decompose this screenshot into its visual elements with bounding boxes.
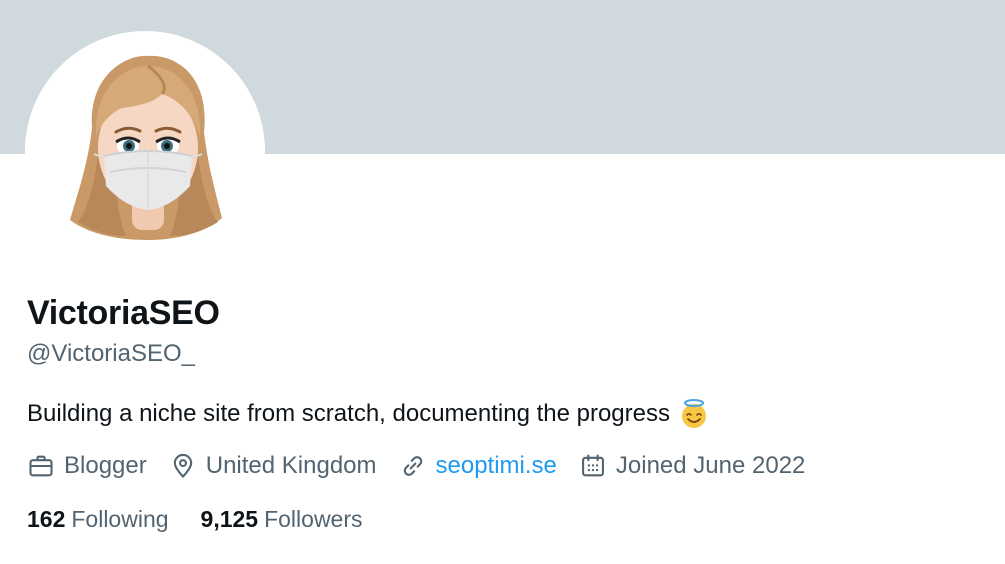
meta-category: Blogger [27,452,147,480]
display-name: VictoriaSEO [27,294,220,332]
briefcase-icon [29,455,53,477]
meta-location: United Kingdom [169,452,377,480]
meta-joined: Joined June 2022 [579,452,806,480]
profile-bio: Building a niche site from scratch, docu… [27,398,710,430]
location-pin-icon [173,453,192,478]
joined-label: Joined June 2022 [615,452,806,479]
follow-counts: 162 Following 9,125 Followers [27,506,395,533]
profile-meta: Blogger United Kingdom seoptimi.se Joine… [27,452,827,480]
profile-page: VictoriaSEO @VictoriaSEO_ Building a nic… [0,0,1005,564]
following-label: Following [71,506,169,532]
meta-website: seoptimi.se [399,452,557,480]
followers-label: Followers [264,506,363,532]
memoji-avatar-illustration [70,55,222,241]
avatar[interactable] [30,36,260,266]
smiling-face-with-halo-emoji-icon [682,399,706,428]
user-handle: @VictoriaSEO_ [27,340,195,367]
followers-link[interactable]: 9,125 Followers [201,506,363,533]
calendar-icon [581,454,604,477]
bio-text: Building a niche site from scratch, docu… [27,400,670,427]
following-link[interactable]: 162 Following [27,506,169,533]
following-count: 162 [27,506,66,532]
location-label: United Kingdom [205,452,377,479]
website-link[interactable]: seoptimi.se [436,452,557,480]
followers-count: 9,125 [200,506,259,532]
category-label: Blogger [64,452,147,479]
link-icon [403,456,422,476]
